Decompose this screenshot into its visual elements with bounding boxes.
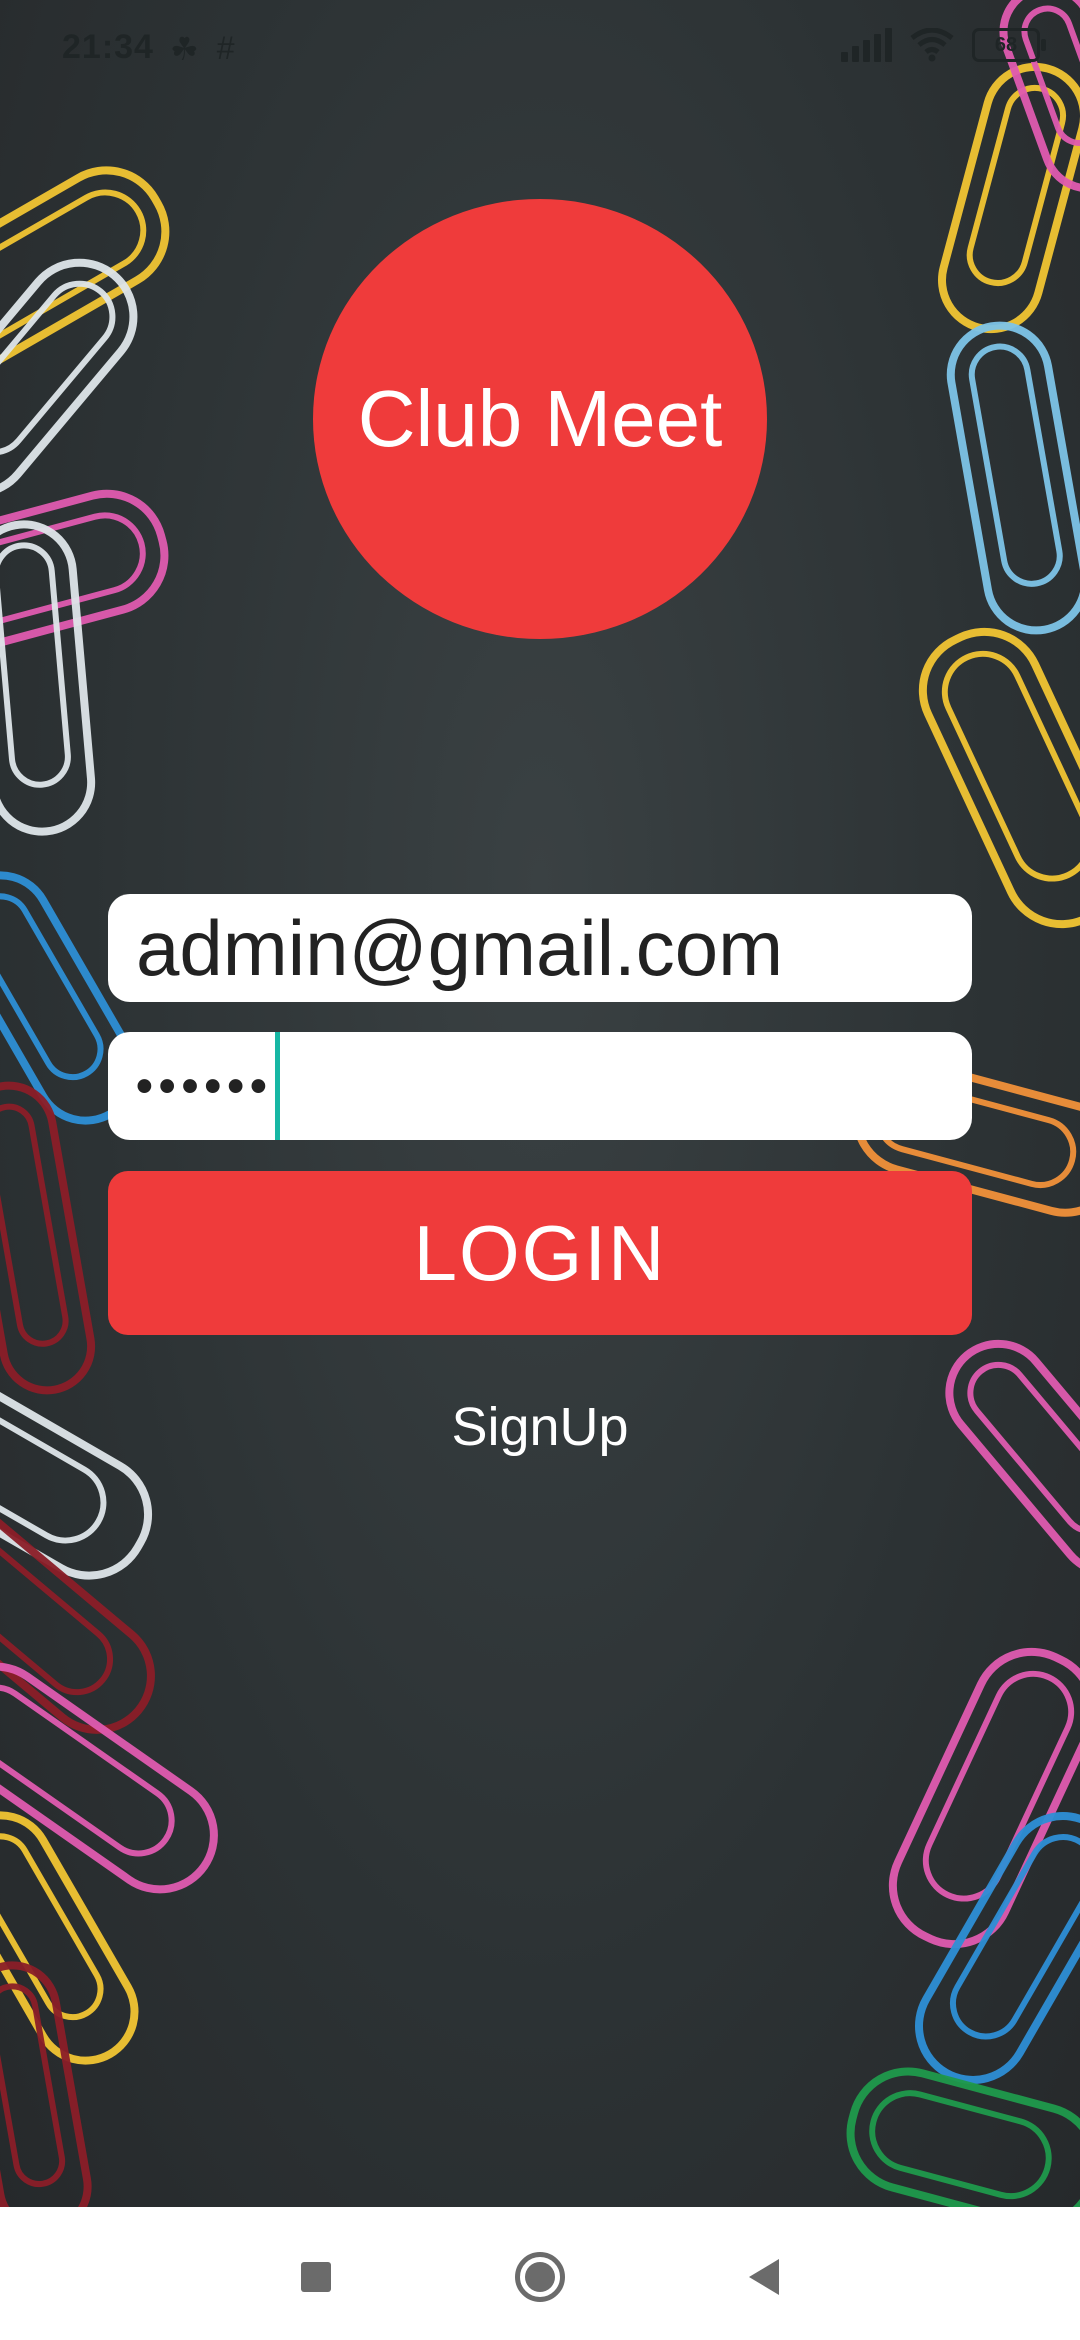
text-caret bbox=[274, 1032, 280, 1140]
app-logo: Club Meet bbox=[313, 199, 767, 639]
status-icons-left: ☘ # bbox=[170, 30, 234, 68]
recents-icon[interactable] bbox=[286, 2247, 346, 2307]
battery-level: 68 bbox=[994, 34, 1018, 56]
password-value: •••••• bbox=[136, 1059, 273, 1113]
password-field[interactable]: •••••• bbox=[108, 1032, 972, 1140]
app-logo-text: Club Meet bbox=[357, 374, 723, 463]
email-field[interactable]: admin@gmail.com bbox=[108, 894, 972, 1002]
plant-icon: ☘ bbox=[170, 31, 199, 67]
login-button[interactable]: LOGIN bbox=[108, 1171, 972, 1335]
login-screen: 21:34 ☘ # 68 Club Meet admin@gmail.com •… bbox=[0, 0, 1080, 2207]
wifi-icon bbox=[910, 28, 954, 62]
battery-icon: 68 bbox=[972, 28, 1046, 62]
home-icon[interactable] bbox=[510, 2247, 570, 2307]
system-nav-bar bbox=[0, 2207, 1080, 2340]
signup-link[interactable]: SignUp bbox=[0, 1396, 1080, 1458]
status-time: 21:34 bbox=[62, 28, 154, 66]
status-icons-right: 68 bbox=[841, 28, 1046, 62]
back-icon[interactable] bbox=[734, 2247, 794, 2307]
hash-grid-icon: # bbox=[216, 30, 235, 66]
status-bar: 21:34 ☘ # 68 bbox=[0, 0, 1080, 100]
signal-icon bbox=[841, 28, 892, 62]
email-value: admin@gmail.com bbox=[136, 903, 784, 992]
